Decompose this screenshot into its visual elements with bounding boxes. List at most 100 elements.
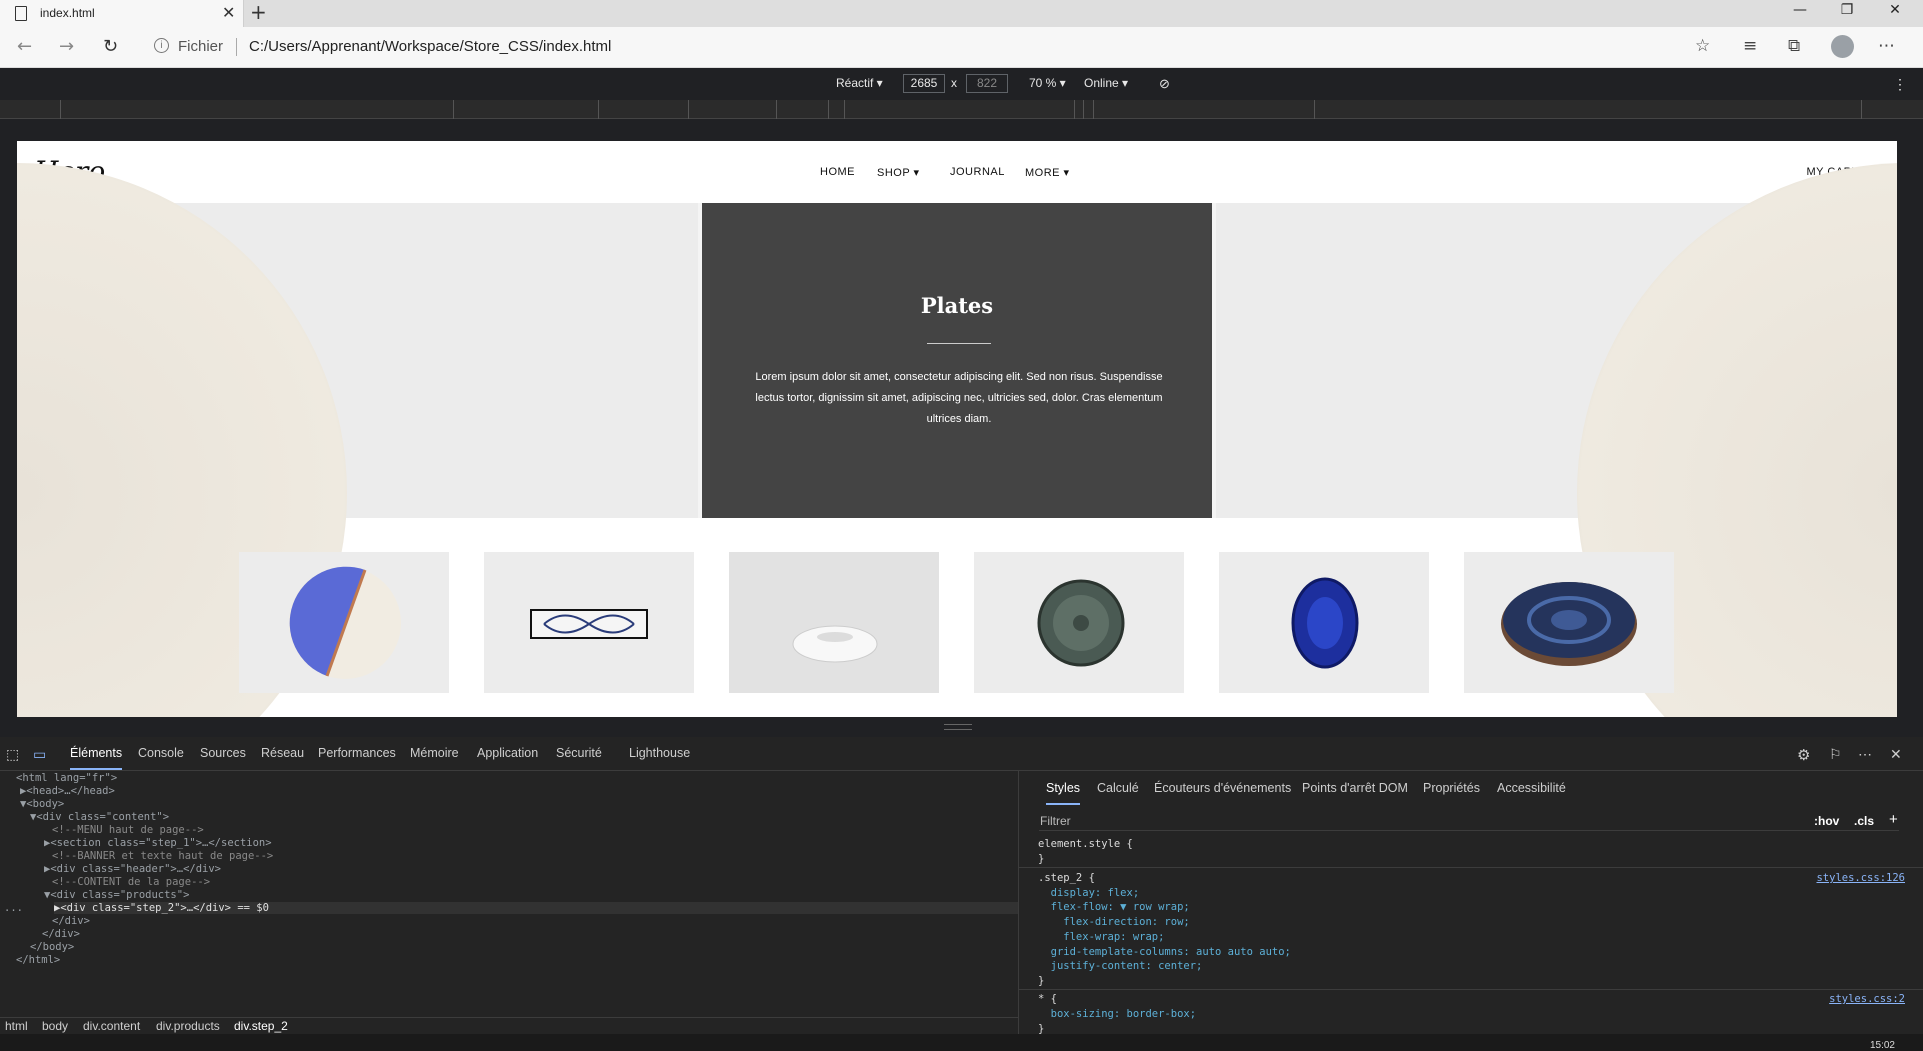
tab-elements[interactable]: Éléments	[70, 746, 123, 770]
product-card-rectangular-dish[interactable]	[484, 552, 694, 693]
tab-security[interactable]: Sécurité	[556, 746, 602, 760]
nav-shop[interactable]: SHOP ▾	[877, 166, 920, 179]
viewport-resize-handle[interactable]	[944, 724, 972, 730]
browser-tab[interactable]: index.html ✕	[0, 0, 244, 27]
hov-toggle[interactable]: :hov	[1814, 814, 1839, 828]
dom-node[interactable]: ▼<div class="content">	[30, 811, 169, 823]
tab-performance[interactable]: Performances	[318, 746, 396, 760]
css-rule-line[interactable]: }	[1038, 975, 1044, 987]
new-tab-button[interactable]: +	[250, 0, 267, 24]
css-source-link[interactable]: styles.css:126	[1816, 872, 1905, 884]
product-card-green-plate[interactable]	[974, 552, 1184, 693]
tab-lighthouse[interactable]: Lighthouse	[629, 746, 690, 760]
device-mode-select[interactable]: Réactif ▾	[836, 76, 883, 90]
address-bar: ← → ↻ i Fichier C:/Users/Apprenant/Works…	[0, 27, 1923, 68]
forward-button[interactable]: →	[59, 36, 74, 57]
dom-node[interactable]: <!--CONTENT de la page-->	[52, 876, 210, 888]
dom-node[interactable]: ▶<head>…</head>	[20, 785, 115, 797]
tab-title: index.html	[40, 6, 95, 20]
tab-memory[interactable]: Mémoire	[410, 746, 459, 760]
tab-event-listeners[interactable]: Écouteurs d'événements	[1154, 781, 1291, 795]
inspect-icon[interactable]: ⬚	[6, 746, 19, 763]
css-source-link[interactable]: styles.css:2	[1829, 993, 1905, 1005]
devtools-more-icon[interactable]: ⋯	[1858, 746, 1872, 763]
tab-network[interactable]: Réseau	[261, 746, 304, 760]
breadcrumb-products[interactable]: div.products	[156, 1019, 220, 1033]
breadcrumb-step2[interactable]: div.step_2	[234, 1019, 288, 1033]
tab-computed[interactable]: Calculé	[1097, 781, 1139, 795]
network-select[interactable]: Online ▾	[1084, 76, 1128, 90]
dom-node[interactable]: </div>	[52, 915, 90, 927]
new-rule-button[interactable]: +	[1889, 811, 1898, 828]
tab-properties[interactable]: Propriétés	[1423, 781, 1480, 795]
dom-node[interactable]: ▼<body>	[20, 798, 64, 810]
css-rule-line[interactable]: * {	[1038, 993, 1057, 1005]
close-tab-icon[interactable]: ✕	[222, 3, 235, 22]
dom-node[interactable]: </html>	[16, 954, 60, 966]
minimize-button[interactable]: —	[1785, 2, 1815, 18]
tab-sources[interactable]: Sources	[200, 746, 246, 760]
css-declaration[interactable]: flex-flow: ▼ row wrap;	[1038, 901, 1190, 913]
dom-node[interactable]: ▶<section class="step_1">…</section>	[44, 837, 272, 849]
css-declaration[interactable]: display: flex;	[1038, 887, 1140, 899]
hero-divider	[927, 343, 991, 344]
product-card-white-bowl[interactable]	[729, 552, 939, 693]
css-declaration[interactable]: flex-wrap: wrap;	[1038, 931, 1164, 943]
dom-node[interactable]: <html lang="fr">	[16, 772, 117, 784]
zoom-select[interactable]: 70 % ▾	[1029, 76, 1066, 90]
dom-node-selected[interactable]: ▶<div class="step_2">…</div> == $0	[54, 902, 1018, 914]
device-toggle-icon[interactable]: ▭	[33, 746, 46, 763]
dom-node[interactable]: ▼<div class="products">	[44, 889, 189, 901]
nav-journal[interactable]: JOURNAL	[950, 166, 1005, 178]
css-rule-line[interactable]: .step_2 {	[1038, 872, 1095, 884]
tab-accessibility[interactable]: Accessibilité	[1497, 781, 1566, 795]
styles-filter-input[interactable]: Filtrer :hov .cls +	[1039, 811, 1899, 831]
avatar[interactable]	[1831, 35, 1854, 58]
feedback-icon[interactable]: ⚐	[1829, 746, 1842, 763]
url-input[interactable]: C:/Users/Apprenant/Workspace/Store_CSS/i…	[249, 38, 611, 55]
breadcrumb-content[interactable]: div.content	[83, 1019, 140, 1033]
css-declaration[interactable]: grid-template-columns: auto auto auto;	[1038, 946, 1291, 958]
breadcrumb-body[interactable]: body	[42, 1019, 68, 1033]
restore-button[interactable]: ❐	[1832, 2, 1862, 18]
tab-console[interactable]: Console	[138, 746, 184, 760]
css-declaration[interactable]: justify-content: center;	[1038, 960, 1203, 972]
css-declaration[interactable]: box-sizing: border-box;	[1038, 1008, 1196, 1020]
dom-node[interactable]: ▶<div class="header">…</div>	[44, 863, 221, 875]
css-rule-line[interactable]: element.style {	[1038, 838, 1133, 850]
dom-node[interactable]: <!--MENU haut de page-->	[52, 824, 204, 836]
dom-gutter-marker: ...	[4, 902, 23, 914]
reload-button[interactable]: ↻	[103, 36, 118, 57]
css-rule-line[interactable]: }	[1038, 853, 1044, 865]
more-menu-icon[interactable]: ⋯	[1878, 36, 1895, 56]
breadcrumb-html[interactable]: html	[5, 1019, 28, 1033]
close-devtools-icon[interactable]: ✕	[1890, 746, 1902, 763]
favorite-star-icon[interactable]: ☆	[1695, 36, 1710, 56]
dom-node[interactable]: <!--BANNER et texte haut de page-->	[52, 850, 273, 862]
cls-toggle[interactable]: .cls	[1854, 814, 1874, 828]
product-card-blue-oval-dish[interactable]	[1219, 552, 1429, 693]
viewport-width-input[interactable]: 2685	[903, 74, 945, 93]
favorites-list-icon[interactable]: ≡	[1743, 36, 1757, 56]
product-card-half-blue-plate[interactable]	[239, 552, 449, 693]
nav-more[interactable]: MORE ▾	[1025, 166, 1070, 179]
media-query-ruler	[0, 100, 1923, 119]
nav-home[interactable]: HOME	[820, 166, 855, 178]
dom-node[interactable]: </body>	[30, 941, 74, 953]
css-declaration[interactable]: flex-direction: row;	[1038, 916, 1189, 928]
rule-divider	[1019, 867, 1923, 868]
tab-application[interactable]: Application	[477, 746, 538, 760]
collections-icon[interactable]: ⧉	[1788, 36, 1800, 56]
info-icon[interactable]: i	[154, 38, 169, 53]
close-window-button[interactable]: ✕	[1880, 2, 1910, 18]
settings-gear-icon[interactable]: ⚙	[1797, 746, 1810, 764]
device-more-icon[interactable]: ⋮	[1893, 76, 1907, 93]
rotate-icon[interactable]: ⊘	[1159, 76, 1170, 92]
tab-styles[interactable]: Styles	[1046, 781, 1081, 805]
product-card-swirl-plate[interactable]	[1464, 552, 1674, 693]
browser-tab-bar: index.html ✕ + — ❐ ✕	[0, 0, 1923, 27]
viewport-height-input[interactable]: 822	[966, 74, 1008, 93]
tab-dom-breakpoints[interactable]: Points d'arrêt DOM	[1302, 781, 1408, 795]
dom-node[interactable]: </div>	[42, 928, 80, 940]
back-button[interactable]: ←	[17, 36, 32, 57]
